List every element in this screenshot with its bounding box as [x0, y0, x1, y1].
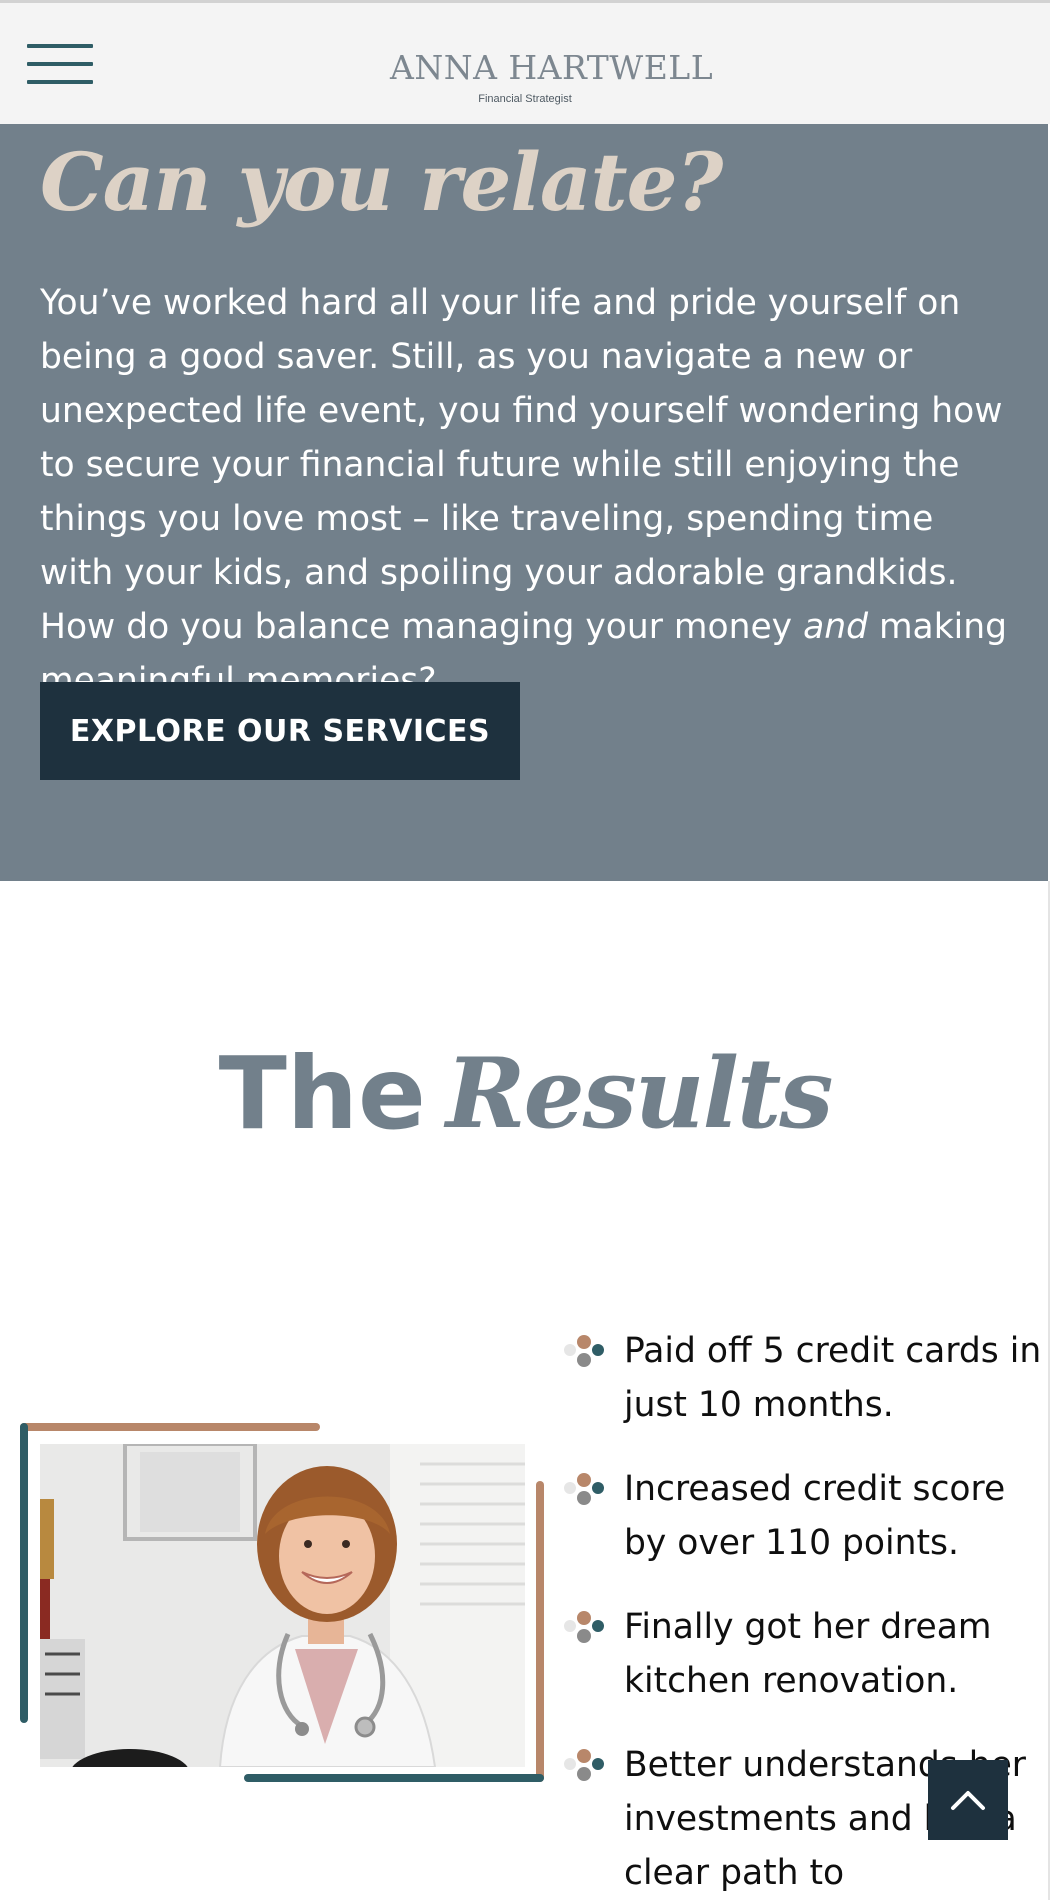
hamburger-menu-icon[interactable]: [27, 40, 93, 90]
photo-frame-top: [20, 1423, 320, 1431]
result-item: Increased credit score by over 110 point…: [562, 1462, 1042, 1570]
relate-section: Can you relate? You’ve worked hard all y…: [0, 124, 1048, 881]
results-heading: The Results: [0, 1035, 1050, 1152]
results-heading-plain: The: [218, 1035, 426, 1152]
result-text: Paid off 5 credit cards in just 10 month…: [624, 1331, 1042, 1425]
menu-bar: [27, 62, 93, 66]
result-text: Increased credit score by over 110 point…: [624, 1469, 1006, 1563]
relate-text-start: You’ve worked hard all your life and pri…: [40, 283, 1003, 647]
site-logo[interactable]: ANNA HARTWELL Financial Strategist: [390, 48, 714, 106]
explore-services-button[interactable]: EXPLORE OUR SERVICES: [40, 682, 520, 780]
dots-bullet-icon: [564, 1611, 604, 1643]
menu-bar: [27, 44, 93, 48]
dots-bullet-icon: [564, 1749, 604, 1781]
relate-title: Can you relate?: [40, 135, 723, 229]
results-heading-script: Results: [445, 1037, 834, 1150]
logo-name: ANNA HARTWELL: [390, 48, 714, 87]
chevron-up-icon: [951, 1791, 985, 1810]
result-item: Paid off 5 credit cards in just 10 month…: [562, 1324, 1042, 1432]
back-to-top-button[interactable]: [928, 1760, 1008, 1840]
photo-frame-right: [536, 1481, 544, 1782]
client-photo-illustration: [40, 1444, 525, 1767]
dots-bullet-icon: [564, 1335, 604, 1367]
menu-bar: [27, 80, 93, 84]
photo-frame-left: [20, 1423, 28, 1723]
logo-tagline: Financial Strategist: [478, 93, 572, 105]
dots-bullet-icon: [564, 1473, 604, 1505]
result-item: Finally got her dream kitchen renovation…: [562, 1600, 1042, 1708]
relate-text-emphasis: and: [803, 607, 868, 647]
client-photo: [40, 1444, 525, 1767]
result-text: Finally got her dream kitchen renovation…: [624, 1607, 992, 1701]
relate-paragraph: You’ve worked hard all your life and pri…: [40, 276, 1010, 708]
photo-frame-bottom: [244, 1774, 544, 1782]
site-header: ANNA HARTWELL Financial Strategist: [0, 0, 1050, 124]
